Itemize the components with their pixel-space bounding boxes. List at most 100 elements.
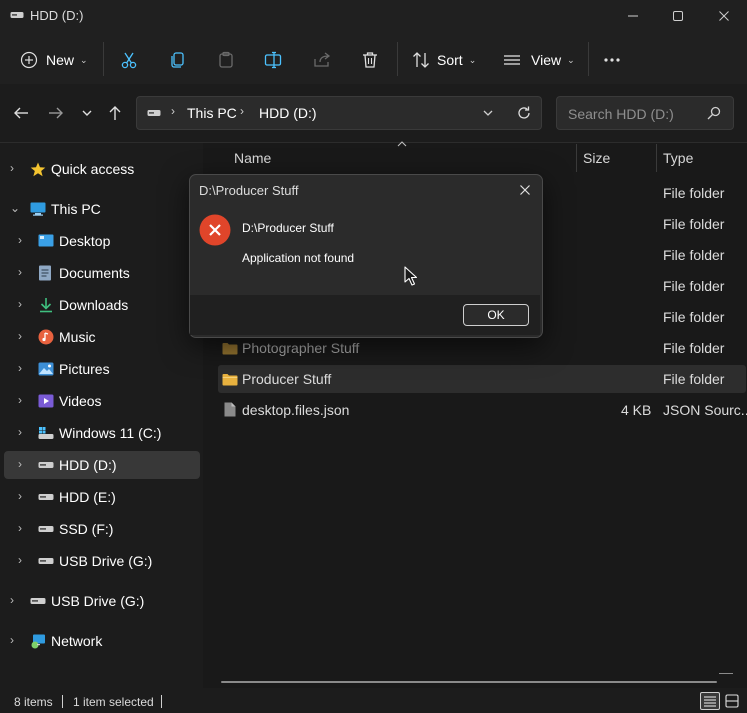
refresh-icon[interactable]: [516, 105, 532, 121]
breadcrumb-this-pc[interactable]: This PC: [187, 105, 237, 121]
search-box[interactable]: [556, 96, 734, 130]
error-icon: [199, 214, 231, 246]
column-divider[interactable]: [576, 144, 577, 172]
sidebar-item-label: USB Drive (G:): [59, 553, 153, 569]
sidebar-item-quick-access[interactable]: › Quick access: [4, 155, 200, 183]
scissors-icon: [119, 50, 139, 70]
table-row-selected[interactable]: Producer Stuff File folder: [218, 365, 746, 393]
drive-icon: [38, 460, 54, 474]
table-row[interactable]: Photographer Stuff File folder: [218, 334, 746, 362]
tiles-view-button[interactable]: [724, 693, 740, 709]
tiles-view-icon: [724, 693, 740, 709]
chevron-right-icon[interactable]: ›: [18, 329, 22, 343]
drive-icon: [38, 524, 54, 538]
arrow-up-icon: [107, 105, 123, 121]
sidebar-item-pictures[interactable]: › Pictures: [4, 355, 200, 383]
paste-button[interactable]: [216, 46, 236, 74]
maximize-button[interactable]: [655, 0, 701, 32]
chevron-right-icon[interactable]: ›: [10, 593, 14, 607]
sidebar-item-label: Downloads: [59, 297, 129, 313]
arrow-left-icon: [13, 105, 29, 121]
horizontal-scrollbar[interactable]: [221, 681, 717, 683]
sort-ascending-icon: [397, 140, 407, 147]
chevron-right-icon[interactable]: ›: [18, 553, 22, 567]
rename-button[interactable]: [263, 46, 283, 74]
delete-button[interactable]: [360, 46, 380, 74]
ok-button[interactable]: OK: [463, 304, 529, 326]
star-icon: [30, 162, 46, 177]
column-header-name[interactable]: Name: [234, 150, 271, 166]
drive-icon: [30, 596, 46, 610]
chevron-right-icon[interactable]: ›: [10, 633, 14, 647]
sidebar-item-ssd-f[interactable]: › SSD (F:): [4, 515, 200, 543]
table-row[interactable]: desktop.files.json 4 KB JSON Sourc...: [218, 396, 747, 424]
scrollbar-arrow[interactable]: [719, 673, 733, 674]
chevron-right-icon[interactable]: ›: [18, 297, 22, 311]
new-label: New: [46, 52, 75, 68]
sidebar-item-network[interactable]: › Network: [4, 627, 200, 655]
cut-button[interactable]: [119, 46, 139, 74]
new-button[interactable]: New ⌄: [20, 46, 88, 74]
chevron-right-icon[interactable]: ›: [18, 233, 22, 247]
column-header-size[interactable]: Size: [583, 150, 610, 166]
row-name: Photographer Stuff: [242, 340, 360, 356]
sidebar-item-music[interactable]: › Music: [4, 323, 200, 351]
minimize-button[interactable]: [610, 0, 656, 32]
toolbar-divider: [397, 42, 398, 76]
search-icon[interactable]: [707, 106, 721, 120]
share-icon: [312, 50, 332, 70]
mouse-cursor-icon: [404, 266, 418, 286]
chevron-right-icon[interactable]: ›: [18, 265, 22, 279]
dialog-close-button[interactable]: [512, 178, 538, 202]
up-button[interactable]: [104, 102, 126, 124]
chevron-right-icon[interactable]: ›: [10, 161, 14, 175]
address-dropdown-icon[interactable]: [482, 107, 494, 119]
row-type: File folder: [663, 309, 725, 325]
chevron-right-icon[interactable]: ›: [18, 393, 22, 407]
chevron-right-icon[interactable]: ›: [18, 489, 22, 503]
sidebar-item-label: USB Drive (G:): [51, 593, 145, 609]
row-type: File folder: [663, 216, 725, 232]
sidebar-item-documents[interactable]: › Documents: [4, 259, 200, 287]
sidebar-item-usb-g-root[interactable]: › USB Drive (G:): [4, 587, 200, 615]
column-header-type[interactable]: Type: [663, 150, 693, 166]
more-options-button[interactable]: [602, 46, 622, 74]
status-item-count: 8 items: [14, 695, 53, 709]
column-divider[interactable]: [656, 144, 657, 172]
back-button[interactable]: [10, 102, 32, 124]
sidebar-item-this-pc[interactable]: ⌄ This PC: [4, 195, 200, 223]
view-button[interactable]: View ⌄: [503, 46, 575, 74]
details-view-button[interactable]: [700, 692, 720, 710]
sidebar-item-hdd-e[interactable]: › HDD (E:): [4, 483, 200, 511]
rename-icon: [263, 50, 283, 70]
chevron-right-icon[interactable]: ›: [18, 521, 22, 535]
view-lines-icon: [503, 51, 521, 69]
close-window-button[interactable]: [701, 0, 747, 32]
forward-button[interactable]: [45, 102, 67, 124]
sidebar-item-windows-c[interactable]: › Windows 11 (C:): [4, 419, 200, 447]
chevron-right-icon[interactable]: ›: [18, 361, 22, 375]
sidebar-item-usb-g[interactable]: › USB Drive (G:): [4, 547, 200, 575]
sidebar-item-desktop[interactable]: › Desktop: [4, 227, 200, 255]
chevron-right-icon[interactable]: ›: [18, 457, 22, 471]
sort-button[interactable]: Sort ⌄: [411, 46, 476, 74]
search-input[interactable]: [566, 105, 710, 123]
share-button[interactable]: [312, 46, 332, 74]
sidebar-item-videos[interactable]: › Videos: [4, 387, 200, 415]
breadcrumb-current[interactable]: HDD (D:): [259, 105, 317, 121]
sort-icon: [411, 50, 431, 70]
drive-icon: [38, 556, 54, 570]
sidebar-item-downloads[interactable]: › Downloads: [4, 291, 200, 319]
row-name: Producer Stuff: [242, 371, 332, 387]
system-drive-icon: [38, 426, 54, 440]
chevron-right-icon[interactable]: ›: [18, 425, 22, 439]
chevron-down-icon[interactable]: ⌄: [10, 201, 20, 215]
network-icon: [30, 634, 46, 649]
recent-locations-button[interactable]: [76, 102, 98, 124]
documents-icon: [38, 265, 54, 281]
row-type: File folder: [663, 340, 725, 356]
sidebar-item-hdd-d[interactable]: › HDD (D:): [4, 451, 200, 479]
sidebar-item-label: Quick access: [51, 161, 135, 177]
copy-button[interactable]: [168, 46, 188, 74]
sidebar-item-label: Documents: [59, 265, 130, 281]
